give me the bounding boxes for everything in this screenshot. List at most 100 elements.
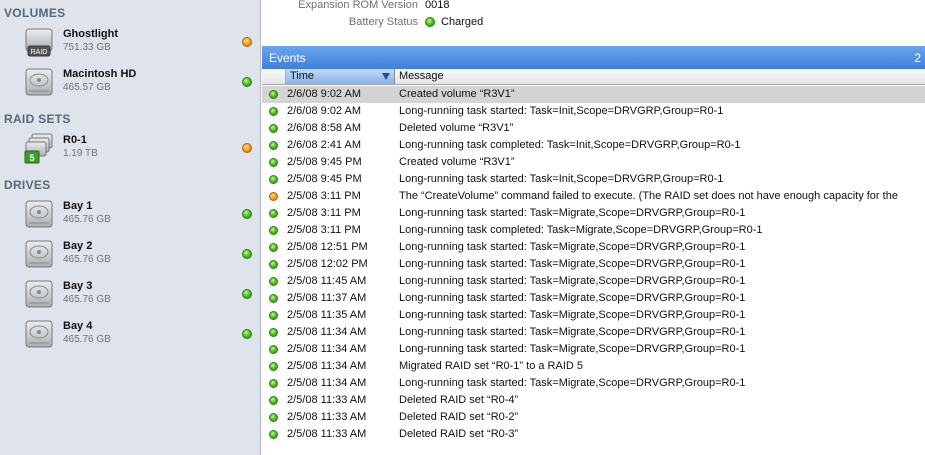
table-row[interactable]: 2/5/08 3:11 PM Long-running task complete…: [262, 222, 925, 239]
raid-set-icon: 5: [24, 133, 54, 165]
status-light-icon: [242, 77, 252, 87]
event-time: 2/5/08 11:34 AM: [287, 360, 367, 372]
event-message: Long-running task started: Task=Migrate,…: [399, 207, 746, 219]
table-row[interactable]: 2/5/08 12:02 PM Long-running task started…: [262, 256, 925, 273]
event-message: Long-running task completed: Task=Init,S…: [399, 139, 741, 151]
column-header-time[interactable]: Time: [285, 69, 395, 84]
table-row[interactable]: 2/5/08 3:11 PM The “CreateVolume” command…: [262, 188, 925, 205]
battery-status-icon: [425, 17, 435, 27]
event-message: Long-running task started: Task=Init,Sco…: [399, 173, 724, 185]
event-time: 2/5/08 11:33 AM: [287, 428, 367, 440]
status-light-icon: [242, 329, 252, 339]
table-row[interactable]: 2/6/08 9:02 AM Long-running task started:…: [262, 103, 925, 120]
hard-drive-icon: [24, 239, 54, 271]
battery-status-label: Battery Status: [348, 16, 418, 28]
sidebar-item-ghostlight[interactable]: RAID Ghostlight 751.33 GB: [0, 26, 260, 62]
status-light-icon: [242, 209, 252, 219]
table-row[interactable]: 2/5/08 11:45 AM Long-running task started…: [262, 273, 925, 290]
hard-drive-icon: [24, 199, 54, 231]
event-message: Deleted RAID set “R0-4”: [399, 394, 519, 406]
section-header-raid-sets: RAID SETS: [4, 112, 71, 126]
table-row[interactable]: 2/6/08 8:58 AM Deleted volume “R3V1”: [262, 120, 925, 137]
table-row[interactable]: 2/5/08 9:45 PM Long-running task started:…: [262, 171, 925, 188]
sidebar-item-r0-1[interactable]: 5 R0-1 1.19 TB: [0, 132, 260, 168]
table-row[interactable]: 2/5/08 11:33 AM Deleted RAID set “R0-3”: [262, 426, 925, 443]
sidebar-item-macintosh-hd[interactable]: Macintosh HD 465.57 GB: [0, 66, 260, 102]
table-row[interactable]: 2/5/08 11:35 AM Long-running task started…: [262, 307, 925, 324]
raid-set-size: 1.19 TB: [63, 148, 98, 159]
section-header-volumes: VOLUMES: [4, 6, 66, 20]
table-row[interactable]: 2/5/08 11:34 AM Long-running task started…: [262, 375, 925, 392]
event-message: Created volume “R3V1”: [399, 156, 515, 168]
status-light-icon: [269, 209, 278, 218]
status-light-icon: [269, 90, 278, 99]
event-time: 2/5/08 11:34 AM: [287, 377, 367, 389]
event-time: 2/6/08 9:02 AM: [287, 105, 361, 117]
status-light-icon: [269, 396, 278, 405]
sidebar-item-bay-4[interactable]: Bay 4 465.76 GB: [0, 318, 260, 354]
section-header-drives: DRIVES: [4, 178, 51, 192]
drive-name: Bay 4: [63, 320, 93, 332]
event-message: Long-running task started: Task=Migrate,…: [399, 275, 746, 287]
event-message: Long-running task started: Task=Migrate,…: [399, 241, 746, 253]
drive-name: Bay 2: [63, 240, 93, 252]
status-light-icon: [269, 362, 278, 371]
sidebar-item-bay-2[interactable]: Bay 2 465.76 GB: [0, 238, 260, 274]
table-row[interactable]: 2/5/08 11:34 AM Long-running task started…: [262, 341, 925, 358]
hard-drive-icon: [24, 67, 54, 99]
sidebar-item-bay-1[interactable]: Bay 1 465.76 GB: [0, 198, 260, 234]
drive-size: 465.76 GB: [63, 214, 111, 225]
column-header-message[interactable]: Message: [399, 70, 444, 82]
table-row[interactable]: 2/5/08 11:34 AM Long-running task started…: [262, 324, 925, 341]
event-time: 2/6/08 2:41 AM: [287, 139, 361, 151]
status-light-icon: [242, 143, 252, 153]
status-light-icon: [269, 260, 278, 269]
event-message: Long-running task started: Task=Migrate,…: [399, 343, 746, 355]
volume-name: Ghostlight: [63, 28, 118, 40]
status-light-icon: [242, 37, 252, 47]
sidebar: VOLUMES RAID Ghostlight 751.33 GB Macint…: [0, 0, 261, 455]
events-header[interactable]: Events 2: [262, 46, 925, 69]
volume-name: Macintosh HD: [63, 68, 137, 80]
event-message: Long-running task started: Task=Migrate,…: [399, 326, 746, 338]
event-message: Long-running task started: Task=Migrate,…: [399, 309, 746, 321]
event-message: Deleted volume “R3V1”: [399, 122, 514, 134]
status-light-icon: [269, 430, 278, 439]
event-time: 2/5/08 12:02 PM: [287, 258, 368, 270]
table-row[interactable]: 2/5/08 11:33 AM Deleted RAID set “R0-2”: [262, 409, 925, 426]
event-time: 2/5/08 11:35 AM: [287, 309, 367, 321]
status-light-icon: [269, 158, 278, 167]
svg-text:5: 5: [29, 153, 34, 163]
event-time: 2/5/08 9:45 PM: [287, 156, 362, 168]
table-row[interactable]: 2/6/08 9:02 AM Created volume “R3V1”: [262, 86, 925, 103]
events-table-header: Time Message: [262, 69, 925, 85]
event-message: Long-running task started: Task=Migrate,…: [399, 258, 746, 270]
table-row[interactable]: 2/6/08 2:41 AM Long-running task complete…: [262, 137, 925, 154]
status-light-icon: [269, 226, 278, 235]
status-light-icon: [269, 379, 278, 388]
event-message: Deleted RAID set “R0-2”: [399, 411, 519, 423]
table-row[interactable]: 2/5/08 11:33 AM Deleted RAID set “R0-4”: [262, 392, 925, 409]
sort-descending-icon: [382, 73, 390, 80]
table-row[interactable]: 2/5/08 11:37 AM Long-running task started…: [262, 290, 925, 307]
status-light-icon: [269, 243, 278, 252]
events-count: 2: [914, 51, 921, 65]
table-row[interactable]: 2/5/08 12:51 PM Long-running task started…: [262, 239, 925, 256]
event-time: 2/5/08 3:11 PM: [287, 190, 361, 202]
event-time: 2/5/08 11:45 AM: [287, 275, 367, 287]
sidebar-item-bay-3[interactable]: Bay 3 465.76 GB: [0, 278, 260, 314]
drive-size: 465.76 GB: [63, 294, 111, 305]
drive-size: 465.76 GB: [63, 334, 111, 345]
event-time: 2/6/08 8:58 AM: [287, 122, 361, 134]
volume-size: 465.57 GB: [63, 82, 111, 93]
table-row[interactable]: 2/5/08 3:11 PM Long-running task started:…: [262, 205, 925, 222]
table-row[interactable]: 2/5/08 9:45 PM Created volume “R3V1”: [262, 154, 925, 171]
volume-size: 751.33 GB: [63, 42, 111, 53]
table-row[interactable]: 2/5/08 11:34 AM Migrated RAID set “R0-1” …: [262, 358, 925, 375]
event-time: 2/5/08 11:34 AM: [287, 343, 367, 355]
event-message: Migrated RAID set “R0-1” to a RAID 5: [399, 360, 584, 372]
raid-volume-icon: RAID: [24, 27, 54, 59]
status-light-icon: [242, 249, 252, 259]
events-table-body: 2/6/08 9:02 AM Created volume “R3V1” 2/6/0…: [262, 86, 925, 443]
event-time: 2/5/08 11:34 AM: [287, 326, 367, 338]
